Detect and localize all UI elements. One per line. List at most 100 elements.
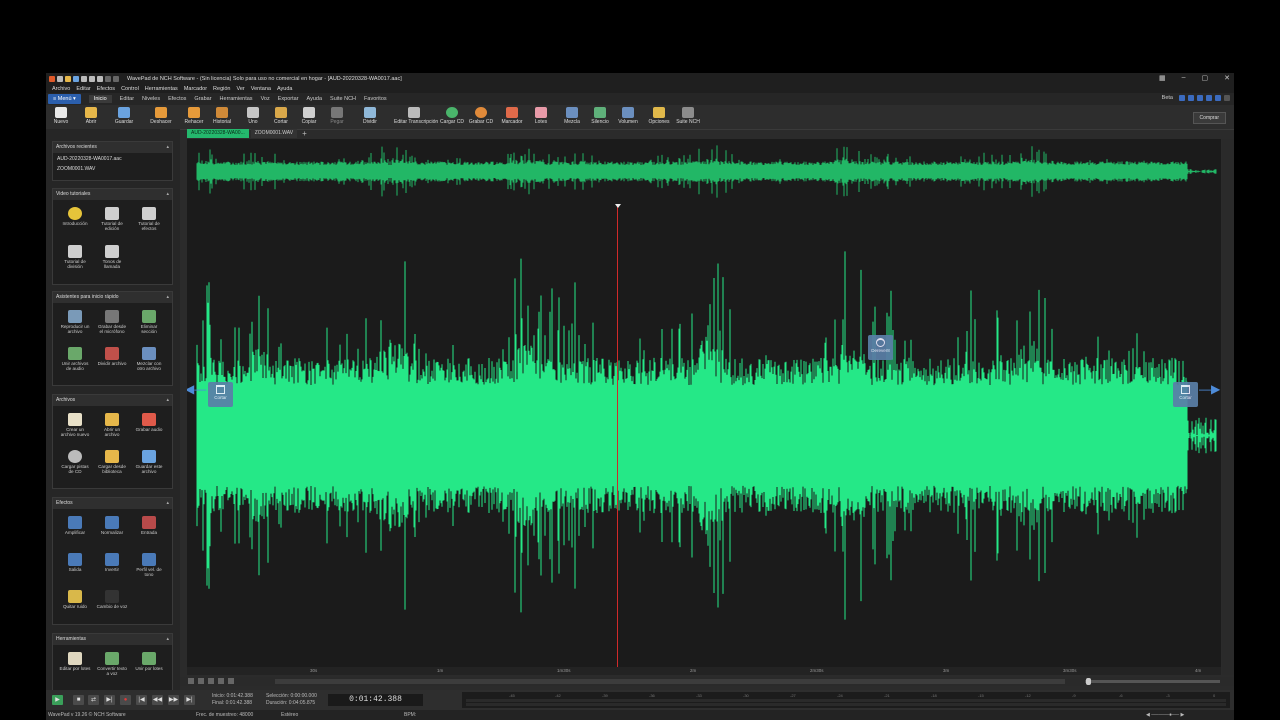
file-open[interactable]: Abrir un archivo [96, 413, 128, 438]
save-icon[interactable] [73, 75, 79, 82]
tab-ayuda[interactable]: Ayuda [307, 96, 323, 102]
tab-suite-nch[interactable]: Suite NCH [330, 96, 356, 102]
volumen-button[interactable]: Volumen [613, 107, 643, 125]
historial-button[interactable]: Historial [207, 107, 237, 125]
menu-herramientas[interactable]: Herramientas [145, 86, 178, 92]
tutorial-edicion[interactable]: Tutorial de edición [96, 207, 128, 232]
tab-inicio[interactable]: Inicio [88, 95, 112, 103]
cortar-button[interactable]: Cortar [266, 107, 296, 125]
collapse-icon[interactable]: ▴ [166, 395, 169, 406]
minimize-button[interactable]: – [1182, 74, 1186, 82]
tab-grabar[interactable]: Grabar [194, 96, 211, 102]
menu-ayuda[interactable]: Ayuda [277, 86, 293, 92]
qs-play-file[interactable]: Reproducir un archivo [59, 310, 91, 335]
thumbs-up-icon[interactable] [1179, 95, 1185, 101]
file-save[interactable]: Guardar este archivo [133, 450, 165, 475]
facebook-icon[interactable] [1197, 95, 1203, 101]
record-button[interactable]: ● [120, 695, 131, 705]
rehacer-button[interactable]: Rehacer [179, 107, 209, 125]
fast-forward-button[interactable]: ▶▶ [168, 695, 179, 705]
abrir-button[interactable]: Abrir [76, 107, 106, 125]
nuevo-button[interactable]: Nuevo [46, 107, 76, 125]
tool-tts[interactable]: Convertir texto a voz [96, 652, 128, 677]
fx-invert[interactable]: Invertir [96, 553, 128, 572]
rewind-button[interactable]: ◀◀ [152, 695, 163, 705]
zoom-icon[interactable] [208, 678, 214, 684]
qs-join-files[interactable]: Unir archivos de audio [59, 347, 91, 372]
tab-efectos[interactable]: Efectos [168, 96, 186, 102]
help-icon[interactable] [1224, 95, 1230, 101]
playhead-handle-top[interactable] [615, 204, 621, 208]
close-button[interactable]: ✕ [1224, 74, 1230, 82]
mezcla-button[interactable]: Mezcla [557, 107, 587, 125]
fit-icon[interactable] [188, 678, 194, 684]
file-tab-aud[interactable]: AUD-20220328-WA00... [187, 129, 249, 138]
overview-waveform[interactable] [187, 139, 1221, 204]
linkedin-icon[interactable] [1206, 95, 1212, 101]
fx-voice-change[interactable]: Cambio de voz [96, 590, 128, 609]
split-view-icon[interactable] [218, 678, 224, 684]
file-record[interactable]: Grabar audio [133, 413, 165, 432]
mail-icon[interactable] [1215, 95, 1221, 101]
redo-icon[interactable] [113, 75, 119, 82]
collapse-icon[interactable]: ▴ [166, 498, 169, 509]
uno-button[interactable]: Uno [238, 107, 268, 125]
play-button[interactable]: ▶ [52, 695, 63, 705]
menu-editar[interactable]: Editar [76, 86, 90, 92]
tool-batch-join[interactable]: Unir por lotes [133, 652, 165, 671]
twitter-icon[interactable] [1188, 95, 1194, 101]
silencio-button[interactable]: Silencio [585, 107, 615, 125]
recent-file-item[interactable]: AUD-20220328-WA0017.aac [57, 156, 172, 162]
menu-region[interactable]: Región [213, 86, 230, 92]
fx-noise-removal[interactable]: Quitar ruido [59, 590, 91, 609]
add-tab-icon[interactable]: + [302, 129, 307, 138]
collapse-icon[interactable]: ▴ [166, 142, 169, 153]
file-tab-zoom[interactable]: ZOOM0001.WAV [250, 129, 298, 138]
deshacer-button[interactable]: Deshacer [146, 107, 176, 125]
maximize-button[interactable]: ▢ [1202, 74, 1209, 82]
copy-icon[interactable] [89, 75, 95, 82]
panel-header[interactable]: Archivos ▴ [53, 395, 172, 406]
copiar-button[interactable]: Copiar [294, 107, 324, 125]
tutorial-intro[interactable]: Introducción [59, 207, 91, 226]
playhead[interactable] [617, 204, 618, 667]
panel-header[interactable]: Asistentes para inicio rápido ▴ [53, 292, 172, 303]
tab-favoritos[interactable]: Favoritos [364, 96, 387, 102]
file-load-cd[interactable]: Cargar pistas de CD [59, 450, 91, 475]
grabar-cd-button[interactable]: Grabar CD [466, 107, 496, 125]
file-library[interactable]: Cargar desde biblioteca [96, 450, 128, 475]
tab-herramientas[interactable]: Herramientas [220, 96, 253, 102]
menu-archivo[interactable]: Archivo [52, 86, 70, 92]
cut-marker-right[interactable]: Cortar [1173, 382, 1198, 407]
dividir-button[interactable]: Dividir [355, 107, 385, 125]
tutorial-division[interactable]: Tutorial de división [59, 245, 91, 270]
file-new[interactable]: Crear un archivo nuevo [59, 413, 91, 438]
qs-record-mic[interactable]: Grabar desde el micrófono [96, 310, 128, 335]
tool-batch-edit[interactable]: Editar por lotes [59, 652, 91, 671]
main-waveform[interactable]: Cortar ◀— Cortar —▶ Derever8 [187, 204, 1221, 667]
paste-icon[interactable] [97, 75, 103, 82]
tab-exportar[interactable]: Exportar [278, 96, 299, 102]
cargar-cd-button[interactable]: Cargar CD [437, 107, 467, 125]
fx-amplify[interactable]: Amplificar [59, 516, 91, 535]
transcription-button[interactable]: Editar Transcripción [394, 107, 438, 125]
reverb-marker[interactable]: Derever8 [868, 335, 893, 360]
qs-split-file[interactable]: Dividir archivo [96, 347, 128, 366]
new-file-icon[interactable] [57, 75, 63, 82]
lotes-button[interactable]: Lotes [526, 107, 556, 125]
menu-ver[interactable]: Ver [236, 86, 244, 92]
rewind-start-button[interactable]: |◀ [136, 695, 147, 705]
tab-editar[interactable]: Editar [120, 96, 134, 102]
recent-file-item[interactable]: ZOOM0001.WAV [57, 166, 172, 172]
menu-ventana[interactable]: Ventana [251, 86, 271, 92]
timeline-ruler[interactable]: 30s 1m 1m30s 2m 2m30s 3m 3m30s 4m [187, 667, 1221, 675]
panel-header[interactable]: Herramientas ▴ [53, 634, 172, 645]
marcador-button[interactable]: Marcador [497, 107, 527, 125]
pegar-button[interactable]: Pegar [322, 107, 352, 125]
loop-button[interactable]: ⇄ [88, 695, 99, 705]
panel-header[interactable]: Archivos recientes ▴ [53, 142, 172, 153]
play-selection-button[interactable]: ▶| [104, 695, 115, 705]
vertical-scrollbar[interactable] [1222, 139, 1234, 675]
menu-control[interactable]: Control [121, 86, 139, 92]
panel-header[interactable]: Efectos ▴ [53, 498, 172, 509]
